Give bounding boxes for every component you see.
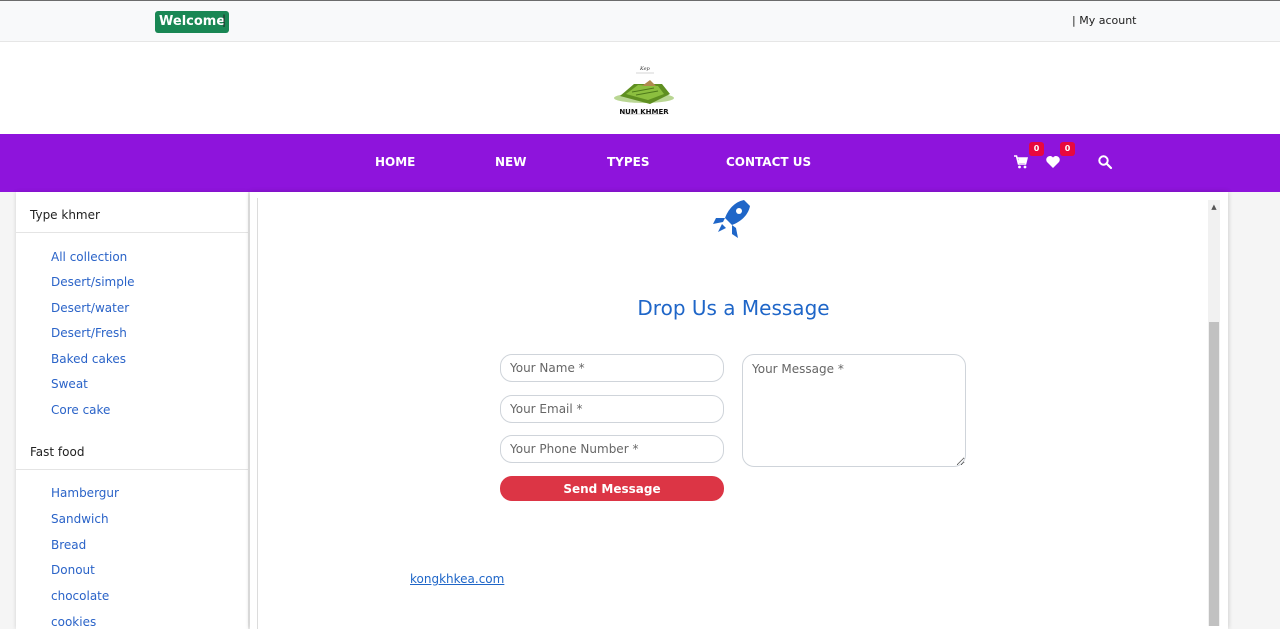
svg-text:Kep: Kep bbox=[639, 66, 651, 72]
welcome-separator: | bbox=[222, 13, 227, 27]
frame-scrollbar[interactable]: ▲ bbox=[1208, 200, 1220, 626]
sidebar-heading-type-khmer: Type khmer bbox=[30, 208, 100, 222]
nav-home[interactable]: HOME bbox=[375, 155, 415, 169]
site-header: Kep NUM KHMER bbox=[0, 42, 1280, 134]
send-message-button[interactable]: Send Message bbox=[500, 476, 724, 501]
contact-title: Drop Us a Message bbox=[637, 296, 830, 320]
sidebar-link-chocolate[interactable]: chocolate bbox=[51, 589, 109, 603]
sidebar-link-desert-simple[interactable]: Desert/simple bbox=[51, 275, 135, 289]
nav-new[interactable]: NEW bbox=[495, 155, 526, 169]
contact-frame-content: Drop Us a Message Send Message kongkhkea… bbox=[257, 198, 1208, 629]
nav-types[interactable]: TYPES bbox=[607, 155, 650, 169]
category-sidebar: Type khmer All collection Desert/simple … bbox=[16, 192, 248, 629]
sidebar-link-donout[interactable]: Donout bbox=[51, 563, 95, 577]
email-field[interactable] bbox=[500, 395, 724, 423]
sidebar-link-sandwich[interactable]: Sandwich bbox=[51, 512, 109, 526]
sidebar-divider bbox=[16, 469, 248, 470]
scroll-up-arrow-icon[interactable]: ▲ bbox=[1208, 202, 1220, 212]
sidebar-link-cookies[interactable]: cookies bbox=[51, 615, 96, 629]
message-field[interactable] bbox=[742, 354, 966, 467]
sidebar-link-core-cake[interactable]: Core cake bbox=[51, 403, 110, 417]
sidebar-divider bbox=[16, 232, 248, 233]
phone-field[interactable] bbox=[500, 435, 724, 463]
cart-count-badge: 0 bbox=[1029, 142, 1044, 156]
welcome-badge: Welcome bbox=[155, 11, 230, 33]
site-link[interactable]: kongkhkea.com bbox=[410, 572, 504, 586]
scrollbar-thumb[interactable] bbox=[1209, 322, 1219, 626]
rocket-icon bbox=[713, 200, 750, 238]
cart-icon[interactable] bbox=[1013, 154, 1029, 170]
sidebar-link-baked-cakes[interactable]: Baked cakes bbox=[51, 352, 126, 366]
search-icon[interactable] bbox=[1097, 154, 1113, 170]
sidebar-link-desert-fresh[interactable]: Desert/Fresh bbox=[51, 326, 127, 340]
sidebar-link-hambergur[interactable]: Hambergur bbox=[51, 486, 119, 500]
sidebar-link-sweat[interactable]: Sweat bbox=[51, 377, 88, 391]
contact-frame: Drop Us a Message Send Message kongkhkea… bbox=[250, 192, 1228, 629]
main-nav: HOME NEW TYPES CONTACT US 0 0 bbox=[0, 134, 1280, 192]
my-account-link[interactable]: | My acount bbox=[1072, 14, 1136, 27]
wishlist-count-badge: 0 bbox=[1060, 142, 1075, 156]
heart-icon[interactable] bbox=[1045, 154, 1061, 170]
sidebar-heading-fast-food: Fast food bbox=[30, 445, 85, 459]
nav-contact-us[interactable]: CONTACT US bbox=[726, 155, 811, 169]
sidebar-link-all-collection[interactable]: All collection bbox=[51, 250, 127, 264]
brand-name: NUM KHMER bbox=[619, 108, 669, 116]
sidebar-link-desert-water[interactable]: Desert/water bbox=[51, 301, 129, 315]
name-field[interactable] bbox=[500, 354, 724, 382]
top-bar: Welcome | | My acount bbox=[0, 0, 1280, 42]
sidebar-link-bread[interactable]: Bread bbox=[51, 538, 86, 552]
